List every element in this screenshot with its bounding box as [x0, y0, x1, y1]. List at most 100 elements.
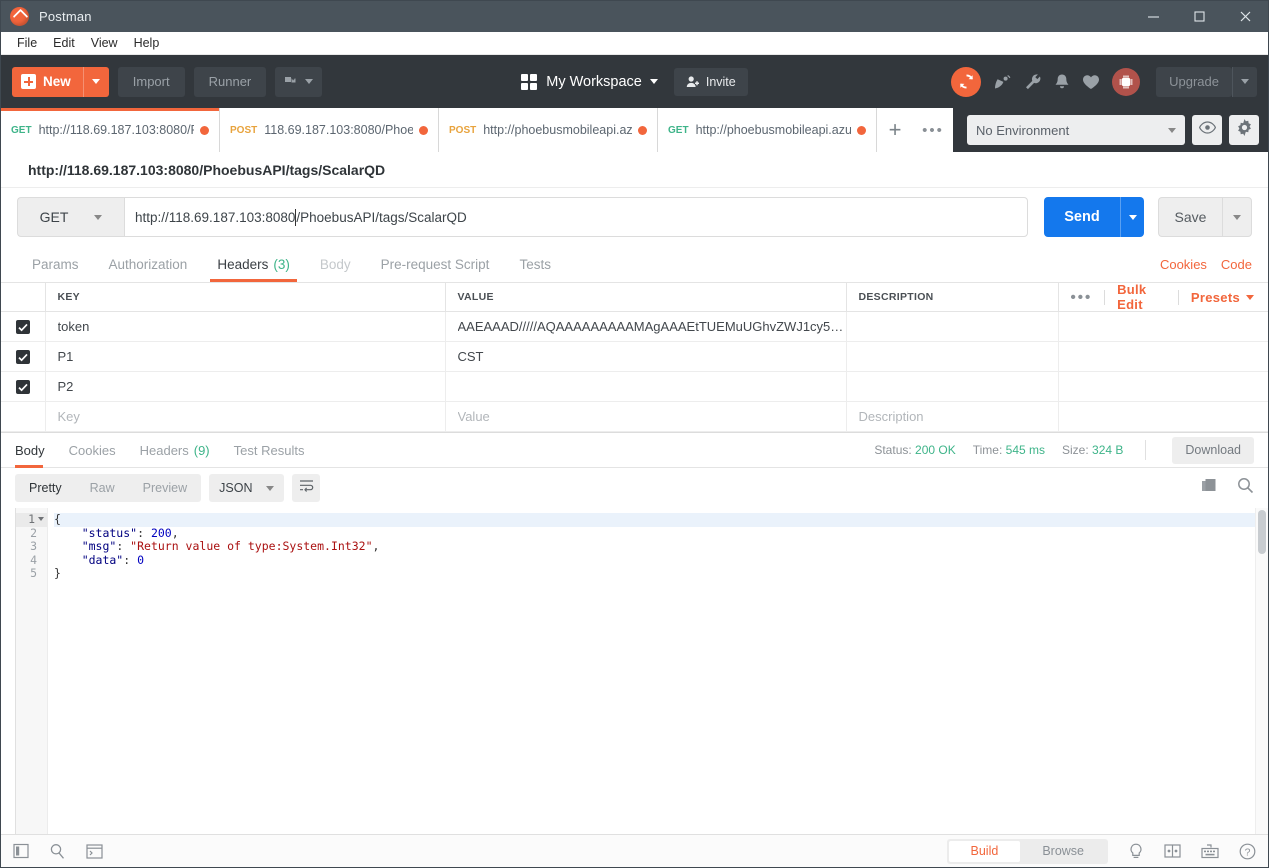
- bulk-edit-button[interactable]: Bulk Edit: [1117, 282, 1166, 312]
- row-checkbox[interactable]: [15, 380, 30, 395]
- line-number[interactable]: 1: [16, 512, 47, 527]
- environment-quick-look-button[interactable]: [1192, 115, 1222, 145]
- header-value-cell[interactable]: AAEAAAD/////AQAAAAAAAAAMAgAAAEtTUEMuUGhv…: [445, 311, 847, 342]
- copy-icon[interactable]: [1201, 478, 1217, 499]
- send-options-button[interactable]: [1120, 197, 1144, 237]
- response-tab-headers[interactable]: Headers (9): [128, 432, 222, 468]
- settings-button[interactable]: [1229, 115, 1259, 145]
- table-row[interactable]: P1 CST: [1, 341, 1268, 372]
- new-button[interactable]: New: [12, 66, 83, 97]
- console-icon[interactable]: [86, 843, 103, 859]
- sidebar-toggle-icon[interactable]: [13, 843, 29, 859]
- response-body-code[interactable]: { "status": 200, "msg": "Return value of…: [48, 508, 1268, 834]
- build-tab[interactable]: Build: [948, 840, 1021, 862]
- response-tab-body[interactable]: Body: [15, 432, 57, 468]
- presets-button[interactable]: Presets: [1191, 290, 1240, 305]
- request-tab-2[interactable]: POST 118.69.187.103:8080/Phoebus: [220, 108, 439, 152]
- request-tab-3[interactable]: POST http://phoebusmobileapi.azure: [439, 108, 658, 152]
- environment-select[interactable]: No Environment: [967, 115, 1185, 145]
- search-icon[interactable]: [1237, 477, 1254, 499]
- satellite-icon[interactable]: [993, 73, 1012, 91]
- body-format-select[interactable]: JSON: [209, 474, 285, 502]
- tab-params[interactable]: Params: [17, 246, 94, 282]
- menu-edit[interactable]: Edit: [45, 33, 83, 53]
- header-description-cell[interactable]: [846, 341, 1059, 372]
- upgrade-dropdown-button[interactable]: [1232, 66, 1257, 97]
- mode-pretty[interactable]: Pretty: [15, 474, 76, 502]
- code-link[interactable]: Code: [1221, 257, 1252, 272]
- row-checkbox[interactable]: [15, 350, 30, 365]
- table-row[interactable]: P2: [1, 371, 1268, 402]
- menu-view[interactable]: View: [83, 33, 126, 53]
- tab-options-button[interactable]: •••: [913, 108, 953, 152]
- close-icon[interactable]: [1222, 1, 1268, 32]
- help-icon[interactable]: ?: [1239, 843, 1256, 860]
- maximize-icon[interactable]: [1176, 1, 1222, 32]
- mode-raw[interactable]: Raw: [76, 474, 129, 502]
- bell-icon[interactable]: [1054, 73, 1070, 91]
- search-icon[interactable]: [49, 843, 66, 860]
- heart-icon[interactable]: [1082, 74, 1100, 90]
- chip-icon[interactable]: [1112, 67, 1141, 96]
- mode-preview[interactable]: Preview: [129, 474, 201, 502]
- header-key-cell[interactable]: P1: [45, 341, 446, 372]
- invite-button[interactable]: Invite: [673, 67, 748, 96]
- tab-tests[interactable]: Tests: [504, 246, 566, 282]
- tab-authorization[interactable]: Authorization: [94, 246, 203, 282]
- response-tab-test-results[interactable]: Test Results: [222, 432, 317, 468]
- tab-method: GET: [11, 124, 32, 136]
- table-row[interactable]: token AAEAAAD/////AQAAAAAAAAAMAgAAAEtTUE…: [1, 311, 1268, 342]
- runner-button[interactable]: Runner: [193, 66, 267, 97]
- new-dropdown-button[interactable]: [82, 66, 109, 97]
- tab-pre-request-script[interactable]: Pre-request Script: [366, 246, 505, 282]
- tab-label: Cookies: [68, 442, 116, 458]
- header-value-cell[interactable]: CST: [445, 341, 847, 372]
- response-tab-cookies[interactable]: Cookies: [57, 432, 128, 468]
- save-button[interactable]: Save: [1158, 197, 1222, 237]
- menu-file[interactable]: File: [9, 33, 45, 53]
- header-key-cell[interactable]: P2: [45, 371, 446, 402]
- menu-help[interactable]: Help: [126, 33, 168, 53]
- header-value-cell[interactable]: [445, 371, 847, 402]
- new-tab-button[interactable]: +: [877, 108, 913, 152]
- header-description-cell[interactable]: [846, 311, 1059, 342]
- request-tab-4[interactable]: GET http://phoebusmobileapi.azurev: [658, 108, 877, 152]
- scrollbar-thumb[interactable]: [1258, 510, 1266, 554]
- response-body-viewer[interactable]: 1 2 3 4 5 { "status": 200, "msg": "Retur…: [15, 508, 1268, 834]
- new-header-key-cell[interactable]: Key: [45, 401, 446, 432]
- sync-icon[interactable]: [951, 66, 982, 97]
- bulb-icon[interactable]: [1128, 843, 1144, 860]
- chevron-down-icon[interactable]: [649, 79, 658, 84]
- more-options-icon[interactable]: •••: [1071, 289, 1093, 306]
- header-key-cell[interactable]: token: [45, 311, 446, 342]
- download-button[interactable]: Download: [1172, 436, 1254, 464]
- row-checkbox[interactable]: [15, 320, 30, 335]
- save-options-button[interactable]: [1222, 197, 1252, 237]
- browse-tab[interactable]: Browse: [1020, 841, 1106, 862]
- request-tab-1[interactable]: GET http://118.69.187.103:8080/Phoe: [1, 108, 220, 152]
- wrench-icon[interactable]: [1024, 73, 1042, 91]
- upgrade-button[interactable]: Upgrade: [1156, 66, 1232, 97]
- fold-arrow-icon[interactable]: [38, 517, 44, 521]
- import-button[interactable]: Import: [117, 66, 185, 97]
- new-header-description-cell[interactable]: Description: [846, 401, 1059, 432]
- tab-body[interactable]: Body: [305, 246, 366, 282]
- response-meta: Status: 200 OK Time: 545 ms Size: 324 B …: [874, 436, 1254, 464]
- http-method-select[interactable]: GET: [17, 197, 124, 237]
- response-scrollbar[interactable]: [1255, 508, 1268, 834]
- keyboard-icon[interactable]: [1201, 843, 1219, 859]
- workspace-name[interactable]: My Workspace: [546, 74, 642, 90]
- tab-headers[interactable]: Headers (3): [202, 246, 305, 282]
- send-button[interactable]: Send: [1044, 197, 1120, 237]
- open-new-window-button[interactable]: [275, 66, 323, 97]
- url-input[interactable]: http://118.69.187.103:8080/PhoebusAPI/ta…: [124, 197, 1028, 237]
- two-pane-icon[interactable]: [1164, 844, 1181, 858]
- word-wrap-button[interactable]: [292, 474, 321, 502]
- code-token: ,: [171, 525, 179, 540]
- cookies-link[interactable]: Cookies: [1160, 257, 1207, 272]
- table-row-placeholder[interactable]: Key Value Description: [1, 401, 1268, 432]
- tab-label: Params: [32, 256, 79, 272]
- new-header-value-cell[interactable]: Value: [445, 401, 847, 432]
- minimize-icon[interactable]: [1130, 1, 1176, 32]
- header-description-cell[interactable]: [846, 371, 1059, 402]
